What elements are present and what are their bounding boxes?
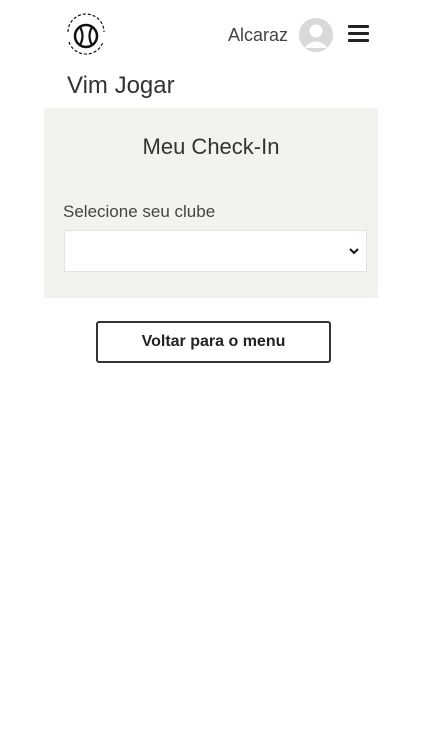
app-header: Alcaraz	[0, 0, 422, 70]
club-select-wrapper[interactable]	[64, 230, 367, 272]
hamburger-menu-icon	[348, 24, 369, 28]
club-select[interactable]	[65, 231, 366, 271]
back-to-menu-button[interactable]: Voltar para o menu	[96, 321, 331, 363]
hamburger-menu-button[interactable]	[347, 24, 371, 46]
avatar[interactable]	[299, 18, 333, 52]
checkin-card: Meu Check-In Selecione seu clube	[44, 108, 378, 298]
user-name: Alcaraz	[228, 25, 289, 45]
page-title: Vim Jogar	[67, 72, 175, 99]
club-select-label: Selecione seu clube	[63, 202, 216, 221]
user-avatar-icon	[299, 18, 333, 52]
checkin-title: Meu Check-In	[142, 134, 280, 159]
logo-icon[interactable]	[62, 12, 110, 60]
vim-jogar-page: Alcaraz Vim Jogar Meu Check-In Selecione…	[0, 0, 422, 750]
